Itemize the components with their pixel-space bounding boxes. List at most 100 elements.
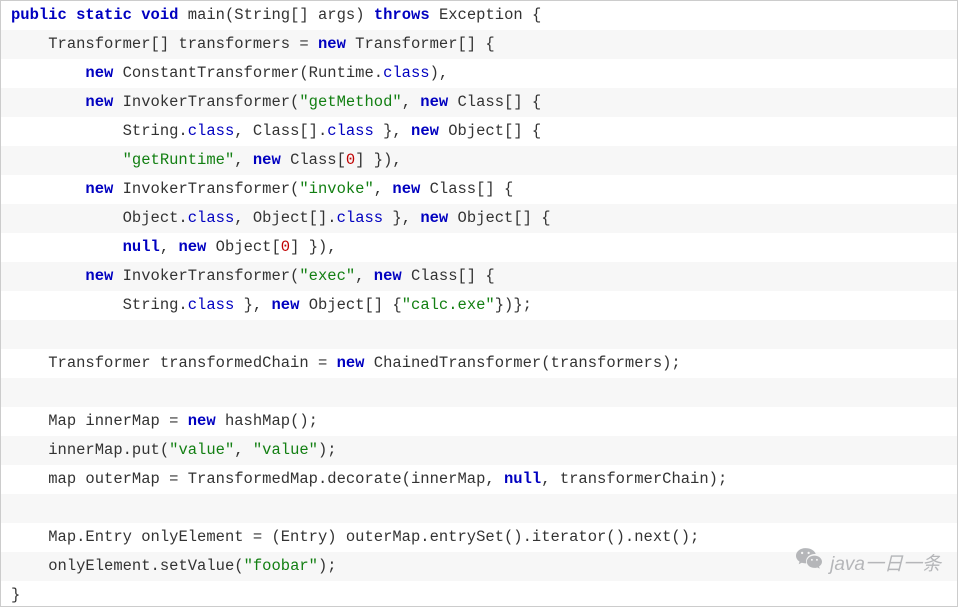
text: hashMap(); bbox=[216, 412, 318, 430]
keyword: new bbox=[420, 209, 448, 227]
text: , bbox=[355, 267, 374, 285]
text: })}; bbox=[495, 296, 532, 314]
text: innerMap.put( bbox=[48, 441, 169, 459]
text: ); bbox=[318, 441, 337, 459]
text: String. bbox=[123, 296, 188, 314]
text: Exception { bbox=[439, 6, 541, 24]
text: Map innerMap = bbox=[48, 412, 188, 430]
code-line: } bbox=[1, 581, 957, 609]
text: Transformer[] { bbox=[346, 35, 495, 53]
code-line: new InvokerTransformer("getMethod", new … bbox=[1, 88, 957, 117]
code-line: Map innerMap = new hashMap(); bbox=[1, 407, 957, 436]
string: "getMethod" bbox=[299, 93, 401, 111]
text: ), bbox=[430, 64, 449, 82]
string: "value" bbox=[169, 441, 234, 459]
text: InvokerTransformer( bbox=[113, 267, 299, 285]
number: 0 bbox=[346, 151, 355, 169]
keyword: new bbox=[85, 93, 113, 111]
text: Transformer[] transformers = bbox=[48, 35, 318, 53]
code-line: String.class, Class[].class }, new Objec… bbox=[1, 117, 957, 146]
text: , bbox=[374, 180, 393, 198]
keyword: new bbox=[85, 267, 113, 285]
code-line bbox=[1, 320, 957, 349]
keyword: new bbox=[178, 238, 206, 256]
text: ConstantTransformer(Runtime. bbox=[113, 64, 383, 82]
watermark: java一日一条 bbox=[796, 548, 941, 576]
class-kw: class bbox=[327, 122, 374, 140]
keyword: throws bbox=[374, 6, 430, 24]
text: InvokerTransformer( bbox=[113, 93, 299, 111]
text: }, bbox=[374, 122, 411, 140]
text: ] }), bbox=[355, 151, 402, 169]
text: String. bbox=[123, 122, 188, 140]
class-kw: class bbox=[188, 122, 235, 140]
code-line: Transformer transformedChain = new Chain… bbox=[1, 349, 957, 378]
keyword: new bbox=[188, 412, 216, 430]
string: "calc.exe" bbox=[402, 296, 495, 314]
text: , bbox=[160, 238, 179, 256]
string: "exec" bbox=[299, 267, 355, 285]
code-block: public static void main(String[] args) t… bbox=[0, 0, 958, 607]
watermark-text: java一日一条 bbox=[830, 549, 941, 576]
keyword: new bbox=[374, 267, 402, 285]
keyword: static bbox=[76, 6, 132, 24]
keyword: null bbox=[504, 470, 541, 488]
wechat-icon bbox=[796, 548, 822, 576]
string: "invoke" bbox=[299, 180, 373, 198]
text: Class[ bbox=[281, 151, 346, 169]
text: } bbox=[11, 586, 20, 604]
code-line bbox=[1, 378, 957, 407]
string: "value" bbox=[253, 441, 318, 459]
text: Class[] { bbox=[402, 267, 495, 285]
text: }, bbox=[234, 296, 271, 314]
code-line: null, new Object[0] }), bbox=[1, 233, 957, 262]
keyword: null bbox=[123, 238, 160, 256]
keyword: new bbox=[411, 122, 439, 140]
text: ); bbox=[318, 557, 337, 575]
keyword: new bbox=[253, 151, 281, 169]
class-kw: class bbox=[337, 209, 384, 227]
text: , bbox=[234, 441, 253, 459]
text: }, bbox=[383, 209, 420, 227]
keyword: new bbox=[318, 35, 346, 53]
text: map outerMap = TransformedMap.decorate(i… bbox=[48, 470, 504, 488]
text: ] }), bbox=[290, 238, 337, 256]
code-line: new InvokerTransformer("invoke", new Cla… bbox=[1, 175, 957, 204]
class-kw: class bbox=[188, 296, 235, 314]
number: 0 bbox=[281, 238, 290, 256]
code-line: new InvokerTransformer("exec", new Class… bbox=[1, 262, 957, 291]
text: Object[] { bbox=[448, 209, 550, 227]
code-line: map outerMap = TransformedMap.decorate(i… bbox=[1, 465, 957, 494]
text: , transformerChain); bbox=[541, 470, 727, 488]
text: Class[] { bbox=[420, 180, 513, 198]
keyword: new bbox=[337, 354, 365, 372]
keyword: new bbox=[85, 64, 113, 82]
code-line: Transformer[] transformers = new Transfo… bbox=[1, 30, 957, 59]
keyword: new bbox=[420, 93, 448, 111]
code-line: "getRuntime", new Class[0] }), bbox=[1, 146, 957, 175]
text: Object. bbox=[123, 209, 188, 227]
text: , Class[]. bbox=[234, 122, 327, 140]
text: Map.Entry onlyElement = (Entry) outerMap… bbox=[48, 528, 699, 546]
text: onlyElement.setValue( bbox=[48, 557, 243, 575]
keyword: new bbox=[392, 180, 420, 198]
class-kw: class bbox=[188, 209, 235, 227]
text: , bbox=[402, 93, 421, 111]
text: Object[ bbox=[206, 238, 280, 256]
text: Class[] { bbox=[448, 93, 541, 111]
code-line: public static void main(String[] args) t… bbox=[1, 1, 957, 30]
string: "foobar" bbox=[244, 557, 318, 575]
code-line: Object.class, Object[].class }, new Obje… bbox=[1, 204, 957, 233]
code-line: new ConstantTransformer(Runtime.class), bbox=[1, 59, 957, 88]
keyword: void bbox=[141, 6, 178, 24]
text: Transformer transformedChain = bbox=[48, 354, 336, 372]
text: main(String[] args) bbox=[188, 6, 365, 24]
code-line: innerMap.put("value", "value"); bbox=[1, 436, 957, 465]
keyword: new bbox=[271, 296, 299, 314]
keyword: public bbox=[11, 6, 67, 24]
text: Object[] { bbox=[299, 296, 401, 314]
text: , bbox=[234, 151, 253, 169]
code-line: String.class }, new Object[] {"calc.exe"… bbox=[1, 291, 957, 320]
keyword: new bbox=[85, 180, 113, 198]
string: "getRuntime" bbox=[123, 151, 235, 169]
